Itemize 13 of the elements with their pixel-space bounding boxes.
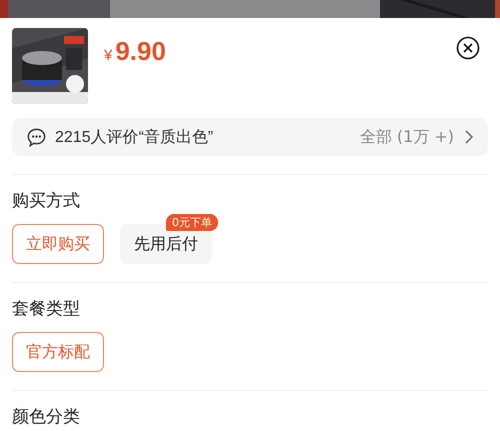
chat-bubble-icon (26, 126, 47, 148)
all-reviews-link[interactable]: 全部 (1万 +) (360, 126, 454, 148)
close-icon[interactable] (456, 36, 480, 60)
section-title: 购买方式 (12, 190, 81, 212)
review-summary: 2215人评价“音质出色” (55, 128, 214, 148)
chevron-right-icon (464, 129, 474, 145)
section-title: 颜色分类 (12, 406, 81, 428)
option-button[interactable]: 立即购买 (12, 224, 104, 264)
promo-badge: 0元下单 (166, 214, 218, 231)
option-button[interactable]: 官方标配 (12, 332, 104, 372)
price: ¥9.90 (104, 36, 166, 67)
review-bar[interactable]: 2215人评价“音质出色” 全部 (1万 +) (12, 118, 488, 156)
section-title: 套餐类型 (12, 298, 81, 320)
